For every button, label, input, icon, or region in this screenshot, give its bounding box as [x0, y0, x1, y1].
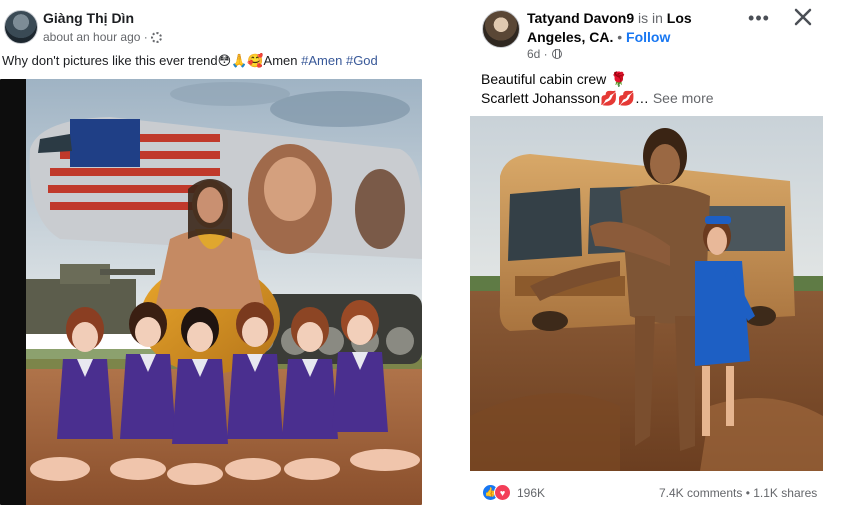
reaction-count[interactable]: 196K	[517, 486, 545, 500]
follow-button[interactable]: Follow	[626, 29, 670, 45]
see-more-link[interactable]: See more	[653, 90, 714, 106]
post-time[interactable]: about an hour ago ·	[43, 30, 148, 44]
post-timestamp: about an hour ago ·	[43, 30, 162, 44]
post-stats: 7.4K comments • 1.1K shares	[659, 486, 817, 500]
is-in-text: is in	[634, 10, 667, 26]
more-options-icon[interactable]: •••	[748, 9, 770, 30]
shares-count[interactable]: 1.1K shares	[753, 486, 817, 500]
post-time[interactable]: 6d ·	[527, 47, 548, 61]
reactions-summary[interactable]: 👍 ♥ 196K	[482, 484, 545, 501]
post-author-name[interactable]: Giàng Thị Dìn	[43, 10, 134, 26]
post-author-name[interactable]: Tatyand Davon9	[527, 10, 634, 26]
post-image[interactable]	[470, 116, 823, 471]
comments-count[interactable]: 7.4K comments	[659, 486, 742, 500]
love-reaction-icon: ♥	[494, 484, 511, 501]
post-text-line1: Beautiful cabin crew 🌹	[481, 71, 628, 87]
post-text-line2: Scarlett Johansson💋💋… See more	[481, 90, 714, 107]
hashtag-god[interactable]: #God	[346, 53, 378, 68]
post-timestamp: 6d ·	[527, 47, 562, 61]
globe-icon	[551, 49, 562, 59]
avatar[interactable]	[482, 10, 520, 48]
avatar[interactable]	[4, 10, 38, 44]
post-image[interactable]	[0, 79, 422, 505]
separator-dot: •	[613, 29, 627, 45]
post-text: Scarlett Johansson💋💋…	[481, 90, 653, 106]
privacy-settings-icon	[150, 31, 162, 43]
post-caption: Why don't pictures like this ever trend😳…	[2, 53, 378, 69]
caption-text: Why don't pictures like this ever trend😳…	[2, 53, 302, 68]
hashtag-amen[interactable]: #Amen	[301, 53, 342, 68]
stats-separator: •	[742, 486, 754, 500]
close-icon[interactable]	[792, 6, 814, 28]
post-header: Tatyand Davon9 is in Los Angeles, CA. • …	[527, 9, 737, 47]
